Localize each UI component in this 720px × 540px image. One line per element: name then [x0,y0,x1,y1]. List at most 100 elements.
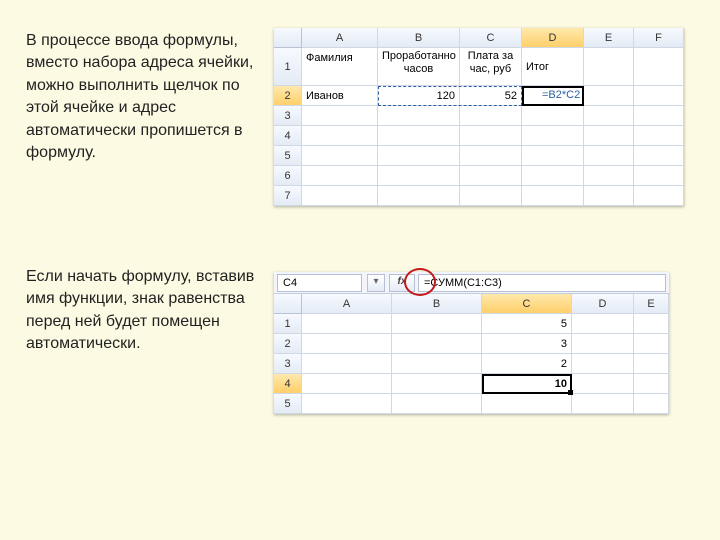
cell2-a2[interactable] [302,334,392,354]
cell-f1[interactable] [634,48,684,86]
cell2-c3[interactable]: 2 [482,354,572,374]
col-header-c[interactable]: C [460,28,522,48]
cell-c6[interactable] [460,166,522,186]
cell-d7[interactable] [522,186,584,206]
cell-e7[interactable] [584,186,634,206]
cell-f2[interactable] [634,86,684,106]
name-box[interactable]: C4 [277,274,362,292]
cell2-b5[interactable] [392,394,482,414]
cell2-d5[interactable] [572,394,634,414]
cell2-b3[interactable] [392,354,482,374]
spreadsheet-1: A B C D E F 1 Фамилия Проработанно часов… [274,28,684,206]
cell2-b4[interactable] [392,374,482,394]
cell-c3[interactable] [460,106,522,126]
col-header-e[interactable]: E [584,28,634,48]
cell-d3[interactable] [522,106,584,126]
cell2-c4[interactable]: 10 [482,374,572,394]
formula-bar-content[interactable]: =СУММ(C1:C3) [418,274,666,292]
cell2-e2[interactable] [634,334,669,354]
cell-e1[interactable] [584,48,634,86]
cell2-c2[interactable]: 3 [482,334,572,354]
cell-b3[interactable] [378,106,460,126]
cell2-d4[interactable] [572,374,634,394]
cell2-a1[interactable] [302,314,392,334]
cell-b1[interactable]: Проработанно часов [378,48,460,86]
row2-header-4[interactable]: 4 [274,374,302,394]
col2-header-a[interactable]: A [302,294,392,314]
cell-a6[interactable] [302,166,378,186]
cell-b6[interactable] [378,166,460,186]
cell2-d3[interactable] [572,354,634,374]
row-header-6[interactable]: 6 [274,166,302,186]
col2-header-e[interactable]: E [634,294,669,314]
col2-header-c[interactable]: C [482,294,572,314]
cell-c5[interactable] [460,146,522,166]
cell2-e4[interactable] [634,374,669,394]
cell-f5[interactable] [634,146,684,166]
col-header-d[interactable]: D [522,28,584,48]
spreadsheet-2: C4 ▾ fx =СУММ(C1:C3) A B C D E 1 5 2 3 3… [274,272,669,414]
cell2-c1[interactable]: 5 [482,314,572,334]
cell-f3[interactable] [634,106,684,126]
row-header-1[interactable]: 1 [274,48,302,86]
cell2-b1[interactable] [392,314,482,334]
cell-a1[interactable]: Фамилия [302,48,378,86]
cell-e5[interactable] [584,146,634,166]
row2-header-1[interactable]: 1 [274,314,302,334]
col2-header-d[interactable]: D [572,294,634,314]
cell-a2[interactable]: Иванов [302,86,378,106]
paragraph-function-equals: Если начать формулу, вставив имя функции… [26,266,256,356]
cell-c4[interactable] [460,126,522,146]
select-all-corner-2[interactable] [274,294,302,314]
cell-a3[interactable] [302,106,378,126]
cell-d5[interactable] [522,146,584,166]
row-header-2[interactable]: 2 [274,86,302,106]
cell-b5[interactable] [378,146,460,166]
dropdown-button[interactable]: ▾ [367,274,385,292]
cell-a7[interactable] [302,186,378,206]
cell2-a5[interactable] [302,394,392,414]
cell2-e3[interactable] [634,354,669,374]
cell2-a3[interactable] [302,354,392,374]
cell-b2[interactable]: 120 [378,86,460,106]
row-header-4[interactable]: 4 [274,126,302,146]
cell-e3[interactable] [584,106,634,126]
row-header-3[interactable]: 3 [274,106,302,126]
row-header-7[interactable]: 7 [274,186,302,206]
col-header-a[interactable]: A [302,28,378,48]
col-header-b[interactable]: B [378,28,460,48]
cell-d6[interactable] [522,166,584,186]
cell-c7[interactable] [460,186,522,206]
cell2-e5[interactable] [634,394,669,414]
cell2-d2[interactable] [572,334,634,354]
cell-e4[interactable] [584,126,634,146]
cell-f6[interactable] [634,166,684,186]
cell-e2[interactable] [584,86,634,106]
row-header-5[interactable]: 5 [274,146,302,166]
col-header-f[interactable]: F [634,28,684,48]
cell-d1[interactable]: Итог [522,48,584,86]
cell-d2[interactable] [522,86,584,106]
cell2-e1[interactable] [634,314,669,334]
row2-header-3[interactable]: 3 [274,354,302,374]
cell2-c5[interactable] [482,394,572,414]
col2-header-b[interactable]: B [392,294,482,314]
row2-header-2[interactable]: 2 [274,334,302,354]
cell2-b2[interactable] [392,334,482,354]
select-all-corner[interactable] [274,28,302,48]
cell-e6[interactable] [584,166,634,186]
cell-a5[interactable] [302,146,378,166]
row2-header-5[interactable]: 5 [274,394,302,414]
cell-c2[interactable]: 52 [460,86,522,106]
cell-b4[interactable] [378,126,460,146]
paragraph-formula-click: В процессе ввода формулы, вместо набора … [26,30,256,164]
cell-f7[interactable] [634,186,684,206]
cell-c1[interactable]: Плата за час, руб [460,48,522,86]
cell-a4[interactable] [302,126,378,146]
cell-b7[interactable] [378,186,460,206]
cell2-a4[interactable] [302,374,392,394]
cell-f4[interactable] [634,126,684,146]
cell2-d1[interactable] [572,314,634,334]
fx-button[interactable]: fx [389,274,415,292]
cell-d4[interactable] [522,126,584,146]
